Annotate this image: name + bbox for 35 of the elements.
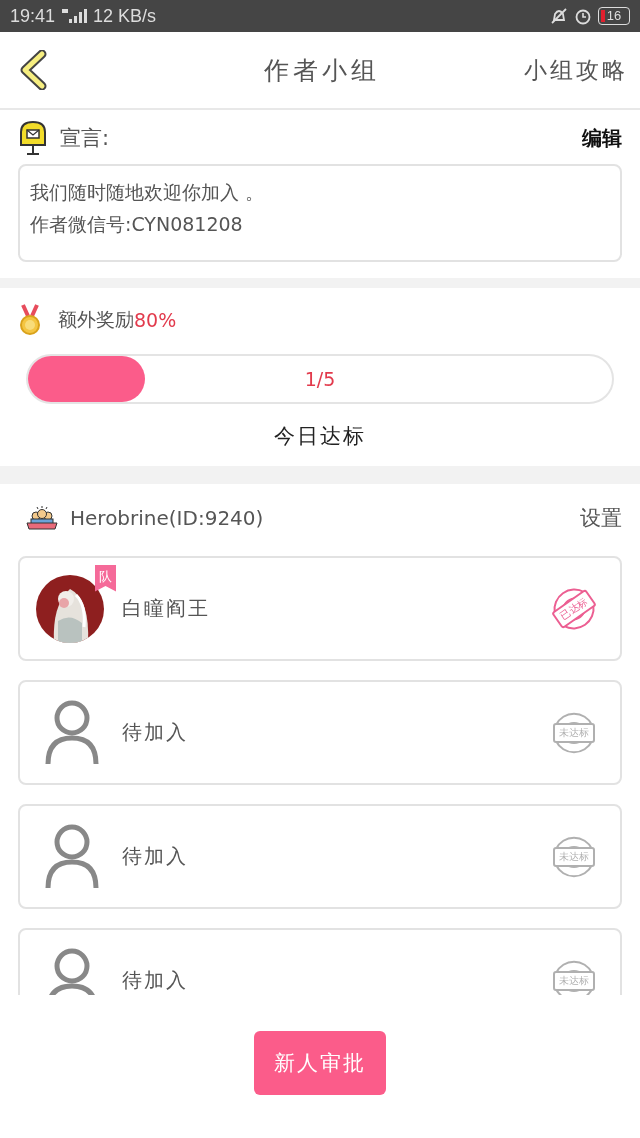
network-speed: 12 KB/s bbox=[93, 5, 157, 27]
settings-button[interactable]: 设置 bbox=[580, 504, 622, 532]
medal-icon bbox=[18, 304, 42, 336]
edit-button[interactable]: 编辑 bbox=[582, 124, 622, 152]
member-name: 待加入 bbox=[122, 719, 188, 746]
member-card[interactable]: 待加入 未达标 bbox=[18, 804, 622, 909]
mute-bell-icon bbox=[550, 7, 568, 25]
team-icon bbox=[26, 505, 58, 531]
battery-indicator: 16 bbox=[598, 7, 630, 25]
member-name: 白瞳阎王 bbox=[122, 595, 210, 622]
manifesto-label: 宣言: bbox=[60, 125, 110, 152]
member-card[interactable]: 队 白瞳阎王 已达标 bbox=[18, 556, 622, 661]
progress-reading: 1/5 bbox=[304, 368, 336, 390]
group-owner: Herobrine(ID:9240) bbox=[70, 506, 264, 530]
manifesto-text: 作者微信号:CYN081208 bbox=[30, 212, 244, 237]
status-stamp: 未达标 bbox=[546, 704, 602, 761]
person-icon bbox=[44, 823, 100, 890]
person-icon bbox=[44, 699, 100, 766]
manifesto-text: 我们随时随地欢迎你加入 。 bbox=[30, 180, 266, 205]
member-name: 待加入 bbox=[122, 967, 188, 994]
reward-bonus: 80% bbox=[134, 309, 177, 331]
guide-link[interactable]: 小组攻略 bbox=[524, 54, 628, 86]
leader-badge: 队 bbox=[95, 564, 116, 592]
status-stamp: 已达标 bbox=[535, 569, 613, 648]
reward-label: 额外奖励 bbox=[58, 307, 134, 332]
member-card[interactable]: 待加入 未达标 bbox=[18, 680, 622, 785]
alarm-icon bbox=[574, 7, 592, 25]
status-stamp: 未达标 bbox=[546, 828, 602, 885]
member-card[interactable]: 待加入 未达标 bbox=[18, 928, 622, 995]
progress-caption: 今日达标 bbox=[273, 423, 367, 450]
signal-icon bbox=[61, 8, 88, 24]
member-name: 待加入 bbox=[122, 843, 188, 870]
mailbox-icon bbox=[18, 120, 48, 156]
page-title: 作者小组 bbox=[263, 54, 381, 87]
status-time: 19:41 bbox=[10, 5, 56, 27]
